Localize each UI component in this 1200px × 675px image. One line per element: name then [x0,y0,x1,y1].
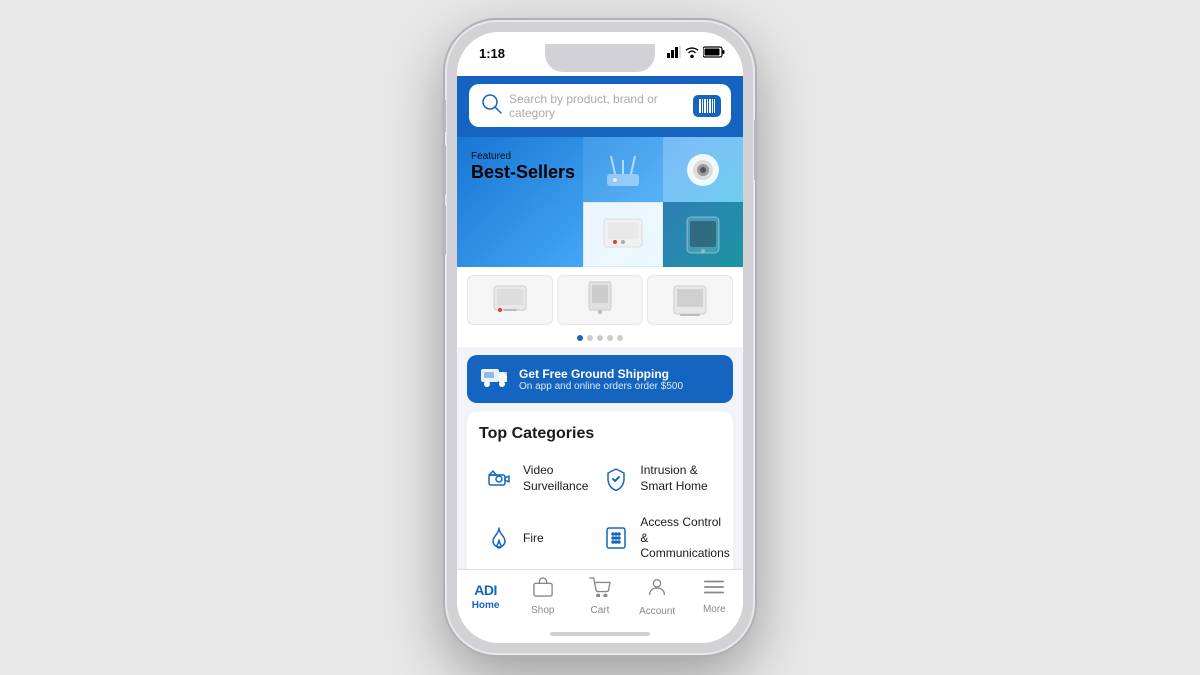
shipping-banner[interactable]: Get Free Ground Shipping On app and onli… [467,355,733,403]
sub-product-1 [467,275,553,325]
dot-2 [587,335,593,341]
category-video-surveillance[interactable]: Video Surveillance [479,457,592,501]
signal-icon [667,46,681,61]
sub-product-3 [647,275,733,325]
nav-account-label: Account [639,606,675,617]
sub-product-2 [557,275,643,325]
battery-icon [703,46,725,61]
shipping-title: Get Free Ground Shipping [519,367,683,381]
home-nav-icon: ADI [474,582,497,598]
category-access-control[interactable]: Access Control & Communications [596,509,733,568]
nav-home[interactable]: ADI Home [464,582,508,611]
nav-shop-label: Shop [531,605,554,616]
hero-title: Best-Sellers [471,162,733,184]
nav-cart[interactable]: Cart [578,577,622,616]
camera-icon [483,463,515,495]
dot-1 [577,335,583,341]
category-label-access: Access Control & Communications [640,515,729,562]
top-categories-section: Top Categories Video Surveillance [467,411,733,569]
shield-icon [600,463,632,495]
more-nav-icon [703,578,725,602]
search-bar[interactable]: Search by product, brand or category [469,84,731,127]
phone-screen: 1:18 [457,32,743,643]
hero-banner: Featured Best-Sellers [457,137,743,267]
hero-featured-label: Featured [471,151,733,162]
search-icon [479,91,503,120]
power-button [754,120,758,180]
carousel-dots [457,329,743,347]
search-placeholder[interactable]: Search by product, brand or category [509,92,687,120]
category-intrusion[interactable]: Intrusion & Smart Home [596,457,733,501]
shipping-truck-icon [481,365,509,393]
category-label-fire: Fire [523,531,544,547]
section-title: Top Categories [479,425,721,443]
dot-4 [607,335,613,341]
status-icons [667,46,725,61]
adi-logo: ADI [474,582,497,598]
category-label-video: Video Surveillance [523,463,588,494]
notch [545,44,655,72]
wifi-icon [685,46,699,61]
shipping-subtitle: On app and online orders order $500 [519,381,683,392]
barcode-button[interactable] [693,95,721,117]
nav-cart-label: Cart [591,605,610,616]
home-bar [550,632,650,636]
phone-device: 1:18 [445,20,755,655]
carousel-sub-products [457,267,743,329]
silent-switch [442,100,446,132]
volume-down-button [442,205,446,255]
hero-text: Featured Best-Sellers [471,151,733,257]
search-bar-wrapper: Search by product, brand or category [457,76,743,137]
account-nav-icon [646,576,668,604]
dot-5 [617,335,623,341]
cart-nav-icon [589,577,611,603]
nav-more-label: More [703,604,726,615]
categories-grid: Video Surveillance Intrusion & Smart Hom… [479,457,721,569]
nav-shop[interactable]: Shop [521,577,565,616]
dot-3 [597,335,603,341]
bottom-navigation: ADI Home Shop [457,569,743,625]
category-label-intrusion: Intrusion & Smart Home [640,463,729,494]
fire-icon [483,522,515,554]
status-time: 1:18 [479,46,505,61]
category-fire[interactable]: Fire [479,509,592,568]
shop-nav-icon [532,577,554,603]
volume-up-button [442,145,446,195]
shipping-text: Get Free Ground Shipping On app and onli… [519,367,683,392]
main-content[interactable]: Search by product, brand or category [457,76,743,569]
nav-home-label: Home [472,600,500,611]
home-indicator [457,625,743,643]
nav-account[interactable]: Account [635,576,679,617]
keypad-icon [600,522,632,554]
nav-more[interactable]: More [692,578,736,615]
